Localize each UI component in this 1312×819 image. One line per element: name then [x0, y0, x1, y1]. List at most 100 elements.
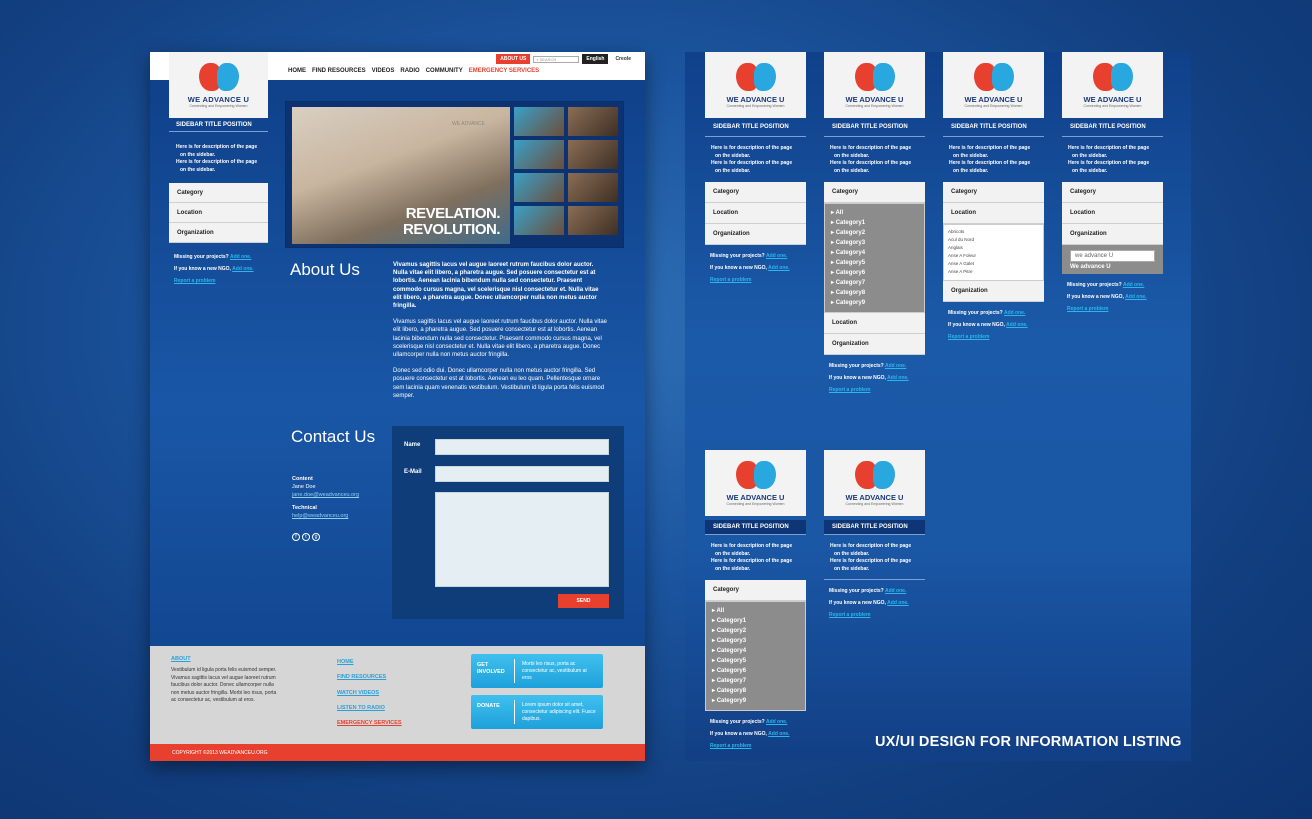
lang-english-button[interactable]: English: [582, 54, 609, 64]
report-problem-link[interactable]: Report a problem: [710, 740, 806, 752]
sidebar-item-location[interactable]: Location: [169, 203, 268, 223]
sidebar-item-category[interactable]: Category: [824, 182, 925, 203]
thumbnail[interactable]: [568, 140, 618, 169]
location-option[interactable]: Anse A Foleur: [948, 252, 1039, 260]
report-problem-link[interactable]: Report a problem: [948, 331, 1044, 343]
logo[interactable]: WE ADVANCE U Connecting and Empowering Wo…: [705, 450, 806, 516]
footer-link-find-resources[interactable]: FIND RESOURCES: [337, 670, 402, 685]
nav-videos[interactable]: VIDEOS: [372, 68, 395, 74]
add-project-link[interactable]: Add one.: [766, 253, 787, 259]
category-option[interactable]: ▸ Category5: [831, 258, 918, 268]
about-us-button[interactable]: ABOUT US: [496, 54, 531, 64]
report-problem-link[interactable]: Report a problem: [174, 278, 215, 284]
thumbnail[interactable]: [514, 206, 564, 235]
sidebar-item-category[interactable]: Category: [705, 580, 806, 601]
add-ngo-link[interactable]: Add one.: [887, 600, 908, 606]
report-problem-link[interactable]: Report a problem: [710, 274, 806, 286]
report-problem-link[interactable]: Report a problem: [829, 609, 925, 621]
location-option[interactable]: Anse A Galet: [948, 260, 1039, 268]
sidebar-item-location[interactable]: Location: [705, 203, 806, 224]
sidebar-item-category[interactable]: Category: [1062, 182, 1163, 203]
category-option[interactable]: ▸ Category2: [831, 228, 918, 238]
category-option[interactable]: ▸ Category2: [712, 626, 799, 636]
add-project-link[interactable]: Add one.: [766, 719, 787, 725]
sidebar-item-organization[interactable]: Organization: [824, 334, 925, 355]
send-button[interactable]: SEND: [558, 594, 609, 608]
donate-box[interactable]: DONATE Lorem ipsum dolor sit amet, conse…: [471, 695, 603, 729]
add-project-link[interactable]: Add one.: [885, 363, 906, 369]
footer-link-emergency[interactable]: EMERGENCY SERVICES: [337, 716, 402, 731]
sidebar-item-category[interactable]: Category: [169, 183, 268, 203]
facebook-icon[interactable]: f: [292, 533, 300, 541]
thumbnail[interactable]: [568, 206, 618, 235]
add-project-link[interactable]: Add one.: [1004, 310, 1025, 316]
organization-result[interactable]: We advance U: [1070, 264, 1155, 270]
footer-link-home[interactable]: HOME: [337, 655, 402, 670]
logo[interactable]: WE ADVANCE U Connecting and Empowering Wo…: [705, 52, 806, 118]
category-option[interactable]: ▸ Category3: [831, 238, 918, 248]
category-option[interactable]: ▸ Category1: [712, 616, 799, 626]
nav-find-resources[interactable]: FIND RESOURCES: [312, 68, 366, 74]
logo[interactable]: WE ADVANCE U Connecting and Empowering Wo…: [943, 52, 1044, 118]
logo[interactable]: WE ADVANCE U Connecting and Empowering W…: [169, 52, 268, 118]
organization-search-input[interactable]: we advance U: [1070, 250, 1155, 262]
add-ngo-link[interactable]: Add one.: [232, 266, 253, 272]
report-problem-link[interactable]: Report a problem: [1067, 303, 1163, 315]
sidebar-item-organization[interactable]: Organization: [1062, 224, 1163, 245]
thumbnail[interactable]: [514, 173, 564, 202]
category-option[interactable]: ▸ Category8: [712, 686, 799, 696]
category-option[interactable]: ▸ Category6: [712, 666, 799, 676]
get-involved-box[interactable]: GET INVOLVED Morbi leo risus, porta ac c…: [471, 654, 603, 688]
logo[interactable]: WE ADVANCE U Connecting and Empowering Wo…: [824, 52, 925, 118]
category-option[interactable]: ▸ Category5: [712, 656, 799, 666]
add-ngo-link[interactable]: Add one.: [768, 265, 789, 271]
category-option[interactable]: ▸ Category4: [831, 248, 918, 258]
footer-about-link[interactable]: ABOUT: [171, 656, 191, 662]
category-option[interactable]: ▸ Category3: [712, 636, 799, 646]
thumbnail[interactable]: [568, 107, 618, 136]
category-option[interactable]: ▸ Category6: [831, 268, 918, 278]
category-option[interactable]: ▸ Category1: [831, 218, 918, 228]
sidebar-item-organization[interactable]: Organization: [705, 224, 806, 245]
category-option[interactable]: ▸ Category7: [712, 676, 799, 686]
message-field[interactable]: [435, 492, 609, 587]
sidebar-item-category[interactable]: Category: [943, 182, 1044, 203]
location-option[interactable]: Acul du Nord: [948, 236, 1039, 244]
footer-link-watch-videos[interactable]: WATCH VIDEOS: [337, 686, 402, 701]
content-email-link[interactable]: jane.doe@weadvanceu.org: [292, 491, 359, 499]
location-option[interactable]: Anse A Pitre: [948, 268, 1039, 276]
category-option[interactable]: ▸ Category7: [831, 278, 918, 288]
add-project-link[interactable]: Add one.: [1123, 282, 1144, 288]
category-option[interactable]: ▸ Category9: [712, 696, 799, 706]
nav-radio[interactable]: RADIO: [400, 68, 419, 74]
email-field[interactable]: [435, 466, 609, 482]
add-project-link[interactable]: Add one.: [230, 254, 251, 260]
thumbnail[interactable]: [514, 107, 564, 136]
sidebar-item-organization[interactable]: Organization: [943, 281, 1044, 302]
google-plus-icon[interactable]: g: [312, 533, 320, 541]
sidebar-item-organization[interactable]: Organization: [169, 223, 268, 243]
location-listbox[interactable]: Abricots Acul du Nord Anglais Anse A Fol…: [943, 224, 1044, 281]
thumbnail[interactable]: [568, 173, 618, 202]
logo[interactable]: WE ADVANCE U Connecting and Empowering Wo…: [1062, 52, 1163, 118]
nav-home[interactable]: HOME: [288, 68, 306, 74]
sidebar-item-location[interactable]: Location: [943, 203, 1044, 224]
category-option[interactable]: ▸ All: [712, 606, 799, 616]
report-problem-link[interactable]: Report a problem: [829, 384, 925, 396]
category-option[interactable]: ▸ All: [831, 208, 918, 218]
thumbnail[interactable]: [514, 140, 564, 169]
hero-image[interactable]: WE ADVANCE REVELATION. REVOLUTION.: [292, 107, 510, 244]
add-ngo-link[interactable]: Add one.: [1125, 294, 1146, 300]
sidebar-item-location[interactable]: Location: [1062, 203, 1163, 224]
lang-creole-button[interactable]: Creole: [611, 54, 635, 64]
twitter-icon[interactable]: t: [302, 533, 310, 541]
tech-email-link[interactable]: help@weadvanceu.org: [292, 512, 359, 520]
location-option[interactable]: Abricots: [948, 228, 1039, 236]
category-option[interactable]: ▸ Category8: [831, 288, 918, 298]
sidebar-item-category[interactable]: Category: [705, 182, 806, 203]
add-ngo-link[interactable]: Add one.: [887, 375, 908, 381]
category-option[interactable]: ▸ Category9: [831, 298, 918, 308]
nav-emergency-services[interactable]: EMERGENCY SERVICES: [469, 68, 539, 74]
add-project-link[interactable]: Add one.: [885, 588, 906, 594]
add-ngo-link[interactable]: Add one.: [768, 731, 789, 737]
